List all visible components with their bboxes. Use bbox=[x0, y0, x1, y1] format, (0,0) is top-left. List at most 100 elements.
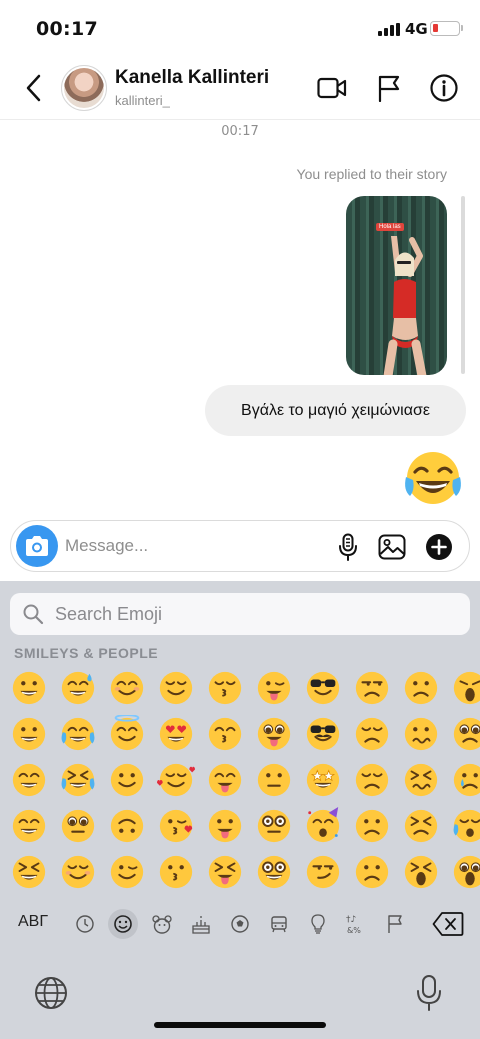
emoji-confounded[interactable] bbox=[396, 757, 445, 803]
flag-category-icon[interactable] bbox=[380, 909, 410, 939]
emoji-heart-eyes[interactable] bbox=[151, 711, 200, 757]
avatar[interactable] bbox=[61, 65, 107, 111]
emoji-zany[interactable] bbox=[249, 711, 298, 757]
emoji-cry[interactable] bbox=[445, 757, 480, 803]
emoji-winking-tongue[interactable] bbox=[249, 665, 298, 711]
emoji-rofl[interactable] bbox=[53, 757, 102, 803]
battery-cap bbox=[461, 25, 463, 31]
camera-button[interactable] bbox=[16, 525, 58, 567]
info-button[interactable] bbox=[428, 72, 460, 104]
emoji-sunglasses[interactable] bbox=[298, 665, 347, 711]
message-text: Βγάλε το μαγιό χειμώνιασε bbox=[241, 401, 430, 419]
emoji-laughing[interactable] bbox=[4, 849, 53, 895]
emoji-smiling-hearts[interactable] bbox=[151, 757, 200, 803]
message-input[interactable] bbox=[65, 531, 325, 561]
emoji-search bbox=[10, 593, 470, 635]
emoji-smile[interactable] bbox=[4, 757, 53, 803]
emoji-sob[interactable] bbox=[445, 803, 480, 849]
travel-icon[interactable] bbox=[264, 909, 294, 939]
activity-icon[interactable] bbox=[225, 909, 255, 939]
emoji-holding-tears[interactable] bbox=[53, 803, 102, 849]
backspace-icon[interactable] bbox=[432, 911, 464, 937]
message-composer bbox=[10, 520, 470, 572]
emoji-joy[interactable] bbox=[53, 711, 102, 757]
animal-icon[interactable] bbox=[147, 909, 177, 939]
emoji-disguise[interactable] bbox=[298, 711, 347, 757]
emoji-halo[interactable] bbox=[102, 711, 151, 757]
emoji-kissing[interactable] bbox=[151, 849, 200, 895]
message-bubble[interactable]: Βγάλε το μαγιό χειμώνιασε bbox=[205, 385, 466, 436]
emoji-raised-eyebrow[interactable] bbox=[249, 757, 298, 803]
reply-indicator-bar bbox=[461, 196, 465, 374]
network-type: 4G bbox=[405, 20, 428, 38]
emoji-grid bbox=[4, 665, 480, 895]
story-reply-label: You replied to their story bbox=[296, 166, 447, 182]
emoji-persevering[interactable] bbox=[396, 803, 445, 849]
emoji-search-input[interactable] bbox=[55, 601, 435, 627]
emoji-category-bar: ΑΒΓ †♪ &% bbox=[0, 903, 480, 943]
emoji-star-struck[interactable] bbox=[298, 757, 347, 803]
add-button[interactable] bbox=[423, 531, 455, 563]
emoji-slight-frown[interactable] bbox=[347, 849, 396, 895]
emoji-kissing-smiling[interactable] bbox=[200, 711, 249, 757]
emoji-blush[interactable] bbox=[102, 665, 151, 711]
emoji-tired[interactable] bbox=[396, 849, 445, 895]
contact-username[interactable]: kallinteri_ bbox=[115, 93, 170, 108]
emoji-tongue-out[interactable] bbox=[200, 803, 249, 849]
report-button[interactable] bbox=[373, 72, 405, 104]
emoji-pensive[interactable] bbox=[347, 757, 396, 803]
voice-message-button[interactable] bbox=[332, 531, 364, 563]
story-thumbnail[interactable]: Hola las bbox=[346, 196, 447, 375]
gallery-button[interactable] bbox=[376, 531, 408, 563]
emoji-grinning[interactable] bbox=[4, 665, 53, 711]
symbols-icon[interactable]: †♪ &% bbox=[341, 909, 371, 939]
alphabet-key[interactable]: ΑΒΓ bbox=[18, 913, 48, 931]
emoji-grin-big[interactable] bbox=[4, 711, 53, 757]
emoji-nerd[interactable] bbox=[249, 849, 298, 895]
emoji-confused[interactable] bbox=[396, 711, 445, 757]
home-indicator bbox=[154, 1022, 326, 1028]
emoji-smiling-face[interactable] bbox=[53, 849, 102, 895]
emoji-wink[interactable] bbox=[102, 849, 151, 895]
status-time: 00:17 bbox=[36, 18, 98, 40]
emoji-worried[interactable] bbox=[347, 803, 396, 849]
image-icon bbox=[378, 534, 406, 560]
emoji-upside-down[interactable] bbox=[102, 803, 151, 849]
dictation-mic-icon[interactable] bbox=[414, 974, 444, 1012]
emoji-beaming[interactable] bbox=[4, 803, 53, 849]
video-camera-icon bbox=[317, 77, 347, 99]
food-icon[interactable] bbox=[186, 909, 216, 939]
emoji-pleading[interactable] bbox=[445, 711, 480, 757]
plus-circle-icon bbox=[426, 534, 452, 560]
smiley-icon[interactable] bbox=[108, 909, 138, 939]
emoji-monocle[interactable] bbox=[249, 803, 298, 849]
emoji-unamused[interactable] bbox=[347, 665, 396, 711]
emoji-slight-smile[interactable] bbox=[102, 757, 151, 803]
joy-emoji-message[interactable] bbox=[401, 450, 465, 508]
emoji-frowning[interactable] bbox=[396, 665, 445, 711]
back-button[interactable] bbox=[18, 70, 48, 106]
emoji-section-label: SMILEYS & PEOPLE bbox=[14, 645, 159, 661]
objects-icon[interactable] bbox=[303, 909, 333, 939]
search-icon bbox=[23, 604, 44, 625]
emoji-sweat-smile[interactable] bbox=[53, 665, 102, 711]
emoji-kissing-closed-eyes[interactable] bbox=[200, 665, 249, 711]
contact-name[interactable]: Kanella Kallinteri bbox=[115, 67, 269, 89]
emoji-partying[interactable] bbox=[298, 803, 347, 849]
emoji-smirk[interactable] bbox=[298, 849, 347, 895]
emoji-kissing-heart[interactable] bbox=[151, 803, 200, 849]
recent-icon[interactable] bbox=[70, 909, 100, 939]
emoji-disappointed[interactable] bbox=[347, 711, 396, 757]
story-figure bbox=[383, 236, 427, 375]
emoji-squinting-tongue[interactable] bbox=[200, 849, 249, 895]
emoji-scream[interactable] bbox=[445, 849, 480, 895]
emoji-relieved[interactable] bbox=[151, 665, 200, 711]
story-sticker: Hola las bbox=[376, 223, 404, 231]
video-call-button[interactable] bbox=[316, 72, 348, 104]
emoji-weary[interactable] bbox=[445, 665, 480, 711]
battery-icon bbox=[430, 21, 460, 36]
globe-icon[interactable] bbox=[34, 976, 68, 1010]
signal-icon bbox=[378, 23, 400, 36]
emoji-yum[interactable] bbox=[200, 757, 249, 803]
camera-icon bbox=[26, 536, 48, 556]
